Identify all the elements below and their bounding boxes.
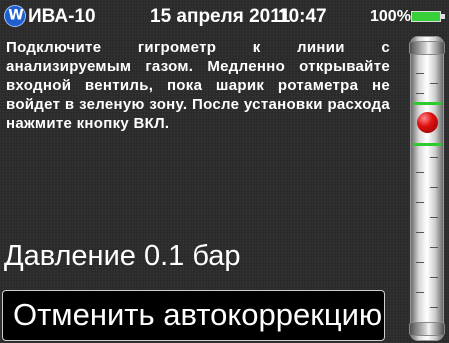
rotameter-tick: [430, 187, 438, 188]
rotameter-tick: [416, 172, 424, 173]
battery-percent: 100%: [370, 8, 411, 25]
rotameter-tick: [416, 73, 424, 74]
pressure-readout: Давление 0.1 бар: [4, 240, 241, 272]
rotameter-cap-bottom: [409, 322, 445, 336]
rotameter-green-zone-top: [413, 102, 441, 105]
status-bar: W ИВА-10 15 апреля 2011 10:47 100%: [0, 0, 449, 32]
rotameter-tick: [416, 292, 424, 293]
logo-text: W: [8, 7, 24, 24]
battery-icon: [411, 11, 441, 22]
rotameter-green-zone-bottom: [413, 143, 441, 146]
logo-icon: W: [4, 5, 26, 27]
device-name: ИВА-10: [28, 6, 96, 27]
rotameter-tick: [430, 247, 438, 248]
rotameter-tick: [430, 83, 438, 84]
rotameter-tick: [430, 157, 438, 158]
rotameter-cap-top: [409, 41, 445, 55]
rotameter-tick: [416, 262, 424, 263]
rotameter-tick: [430, 307, 438, 308]
rotameter-tick: [416, 202, 424, 203]
rotameter-gauge: [409, 36, 445, 341]
rotameter-tick: [430, 277, 438, 278]
rotameter-tick: [416, 93, 424, 94]
rotameter-tick: [430, 217, 438, 218]
battery-tip: [441, 14, 445, 19]
instructions-text: Подключите гигрометр к линии с анализиру…: [6, 39, 390, 132]
rotameter-tick: [416, 232, 424, 233]
date-display: 15 апреля 2011: [150, 6, 291, 27]
cancel-button-label: Отменить автокоррекцию: [13, 297, 383, 332]
cancel-autocorrection-button[interactable]: Отменить автокоррекцию: [2, 290, 385, 341]
rotameter-ball: [417, 112, 438, 133]
time-display: 10:47: [278, 6, 327, 27]
